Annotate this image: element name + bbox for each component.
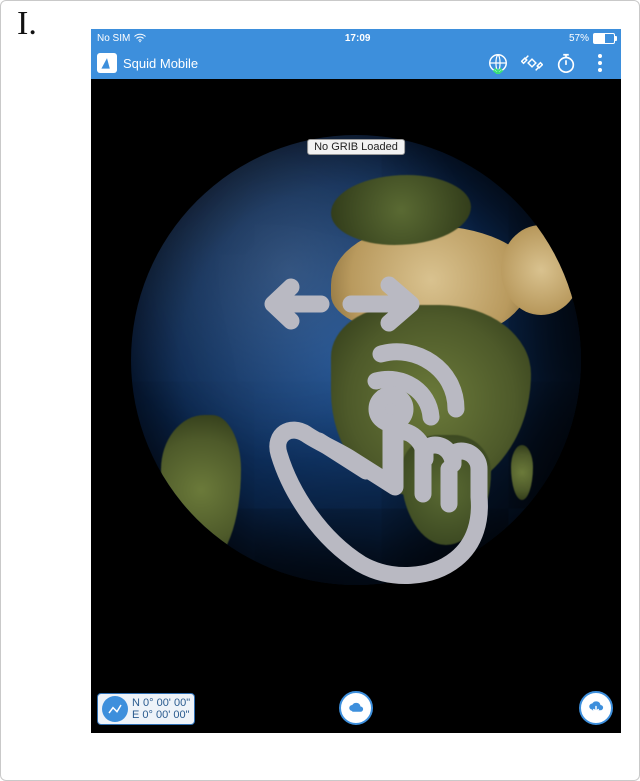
vertical-dots-icon xyxy=(598,54,602,72)
coordinates-button[interactable]: N 0° 00' 00" E 0° 00' 00" xyxy=(97,693,195,725)
sim-status: No SIM xyxy=(97,33,130,44)
grib-status-badge: No GRIB Loaded xyxy=(307,139,405,155)
status-bar-right: 57% xyxy=(569,33,615,44)
app-title: Squid Mobile xyxy=(123,56,198,71)
battery-pct: 57% xyxy=(569,33,589,44)
battery-icon xyxy=(593,33,615,44)
instruction-frame: I. No SIM 17:09 57% xyxy=(0,0,640,781)
route-icon xyxy=(102,696,128,722)
map-canvas[interactable]: No GRIB Loaded xyxy=(91,79,621,733)
device-screen: No SIM 17:09 57% xyxy=(91,29,621,733)
overflow-menu-button[interactable] xyxy=(589,52,611,74)
weather-layer-button[interactable] xyxy=(339,691,373,725)
coordinates-readout: N 0° 00' 00" E 0° 00' 00" xyxy=(132,697,190,721)
status-bar-left: No SIM xyxy=(97,33,146,44)
globe[interactable] xyxy=(131,135,581,585)
wifi-icon xyxy=(134,33,146,43)
longitude-value: E 0° 00' 00" xyxy=(132,709,190,721)
app-header: Squid Mobile xyxy=(91,47,621,79)
app-logo-icon xyxy=(97,53,117,73)
app-title-wrap: Squid Mobile xyxy=(97,53,198,73)
latitude-value: N 0° 00' 00" xyxy=(132,697,190,709)
status-bar: No SIM 17:09 57% xyxy=(91,29,621,47)
header-actions xyxy=(487,52,615,74)
clock: 17:09 xyxy=(146,33,569,44)
bottom-center xyxy=(339,691,373,725)
bottom-right xyxy=(579,691,613,725)
satellite-button[interactable] xyxy=(521,52,543,74)
globe-layers-button[interactable] xyxy=(487,52,509,74)
download-button[interactable] xyxy=(579,691,613,725)
timer-button[interactable] xyxy=(555,52,577,74)
battery-fill xyxy=(594,34,605,43)
step-number: I. xyxy=(17,5,37,43)
